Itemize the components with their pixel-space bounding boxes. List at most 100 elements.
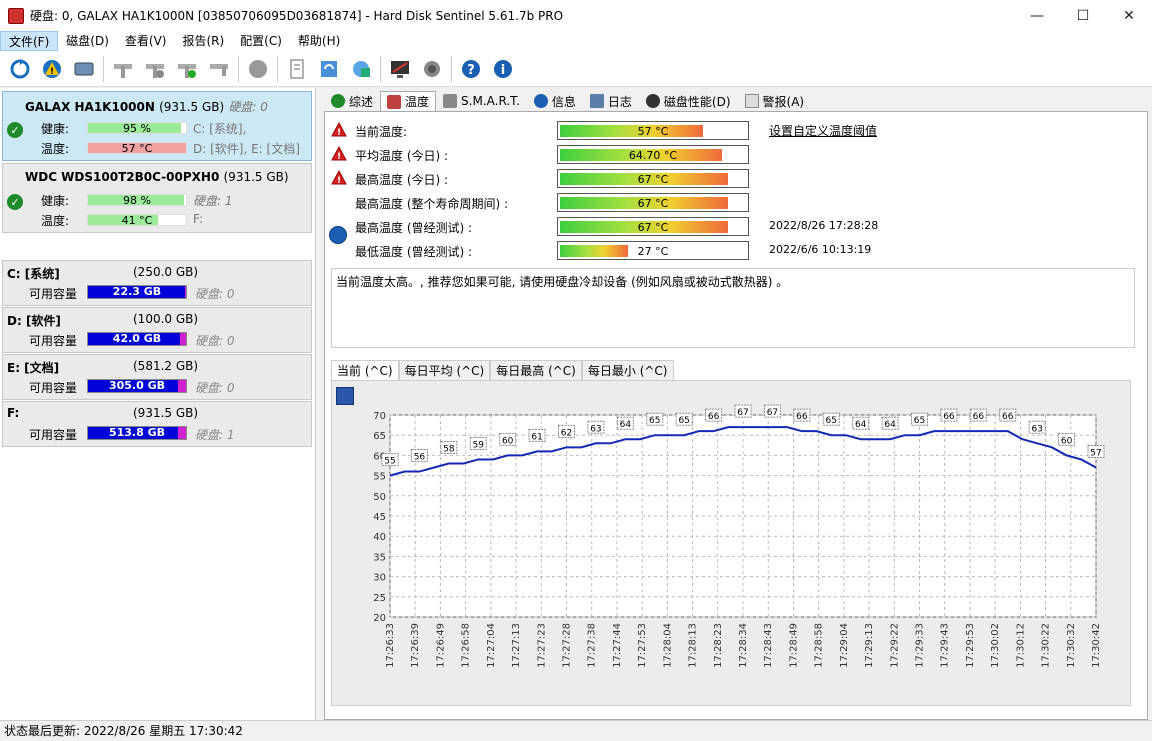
tab-label: 综述 (349, 94, 374, 109)
data-label: 63 (590, 424, 601, 434)
x-tick-label: 17:26:58 (461, 623, 472, 668)
temp-row: 最低温度 (曾经测试) : 27 °C 2022/6/6 10:13:19 (325, 240, 1145, 260)
data-label: 65 (649, 416, 660, 426)
tab-performance[interactable]: 磁盘性能(D) (639, 91, 738, 111)
temp-bar: 27 °C (557, 241, 749, 260)
temp-bar: 57 °C (87, 142, 187, 155)
temp-value: 67 °C (637, 173, 669, 186)
disk-hd-label: 硬盘: 1 (193, 194, 233, 208)
data-label: 64 (620, 420, 632, 430)
tab-label: S.M.A.R.T. (461, 94, 520, 108)
monitor-icon[interactable] (387, 56, 413, 82)
set-threshold-link[interactable]: 设置自定义温度阈值 (769, 122, 877, 139)
alert-refresh-icon[interactable]: ! (39, 56, 65, 82)
temp-row: ! 最高温度 (今日) : 67 °C (325, 168, 1145, 188)
menu-disk[interactable]: 磁盘(D) (58, 31, 117, 51)
temp-label: 最高温度 (今日) : (355, 173, 449, 187)
menu-help[interactable]: 帮助(H) (290, 31, 348, 51)
detail-tabs: 综述 温度 S.M.A.R.T. 信息 日志 磁盘性能(D) 警报(A) (324, 91, 811, 111)
temp-label: 温度: (41, 142, 70, 156)
subtab-current[interactable]: 当前 (^C) (331, 360, 399, 380)
partition-card[interactable]: E: [文档] (581.2 GB) 可用容量 305.0 GB 硬盘: 0 (2, 354, 312, 400)
partition-list: C: [系统], (193, 122, 247, 136)
partition-hd-label: 硬盘: 1 (195, 428, 235, 442)
data-label: 56 (414, 453, 426, 463)
tab-info[interactable]: 信息 (527, 91, 583, 111)
menu-config[interactable]: 配置(C) (232, 31, 290, 51)
tab-overview[interactable]: 综述 (324, 91, 380, 111)
partition-card[interactable]: F: (931.5 GB) 可用容量 513.8 GB 硬盘: 1 (2, 401, 312, 447)
free-bar: 513.8 GB (87, 426, 187, 440)
x-tick-label: 17:27:38 (587, 623, 598, 668)
x-tick-label: 17:27:44 (612, 623, 623, 668)
health-label: 健康: (41, 122, 70, 136)
temp-value: 67 °C (637, 197, 669, 210)
x-tick-label: 17:29:53 (965, 623, 976, 668)
disk-card-0[interactable]: GALAX HA1K1000N (931.5 GB) 硬盘: 0 ✓ 健康: 9… (2, 91, 312, 161)
x-tick-label: 17:27:28 (562, 623, 573, 668)
tab-log[interactable]: 日志 (583, 91, 639, 111)
disk-card-1[interactable]: WDC WDS100T2B0C-00PXH0 (931.5 GB) ✓ 健康: … (2, 163, 312, 233)
network-icon[interactable] (348, 56, 374, 82)
disk-icon[interactable] (71, 56, 97, 82)
pipe-tool-icon[interactable] (206, 56, 232, 82)
sync-icon[interactable] (316, 56, 342, 82)
temp-bar: 67 °C (557, 169, 749, 188)
subtab-daily-min[interactable]: 每日最小 (^C) (581, 360, 674, 380)
report-icon[interactable] (284, 56, 310, 82)
temp-bar: 67 °C (557, 193, 749, 212)
partition-list: D: [软件], E: [文档] (193, 142, 300, 156)
speaker-icon[interactable] (419, 56, 445, 82)
x-tick-label: 17:30:32 (1066, 623, 1077, 668)
temp-bar: 67 °C (557, 217, 749, 236)
disk-hd-label: 硬盘: 0 (228, 100, 268, 114)
partition-hd-label: 硬盘: 0 (195, 287, 235, 301)
data-label: 66 (943, 412, 955, 422)
data-label: 64 (884, 420, 896, 430)
data-label: 66 (796, 412, 808, 422)
pipe-icon[interactable] (110, 56, 136, 82)
free-bar: 305.0 GB (87, 379, 187, 393)
pipe-check-icon[interactable] (174, 56, 200, 82)
x-tick-label: 17:27:13 (511, 623, 522, 668)
temp-label: 最高温度 (整个寿命周期间) : (355, 197, 509, 211)
free-value: 42.0 GB (112, 332, 162, 345)
maximize-button[interactable]: ☐ (1060, 0, 1106, 31)
x-tick-label: 17:28:04 (662, 623, 673, 668)
warning-icon: ! (331, 122, 347, 137)
minimize-button[interactable]: — (1014, 0, 1060, 31)
partition-card[interactable]: C: [系统] (250.0 GB) 可用容量 22.3 GB 硬盘: 0 (2, 260, 312, 306)
partition-card[interactable]: D: [软件] (100.0 GB) 可用容量 42.0 GB 硬盘: 0 (2, 307, 312, 353)
help-icon[interactable]: ? (458, 56, 484, 82)
free-label: 可用容量 (29, 381, 78, 395)
close-button[interactable]: ✕ (1106, 0, 1152, 31)
data-label: 66 (708, 412, 720, 422)
pipe-settings-icon[interactable] (142, 56, 168, 82)
refresh-icon[interactable] (7, 56, 33, 82)
data-label: 66 (973, 412, 985, 422)
subtab-daily-avg[interactable]: 每日平均 (^C) (398, 360, 491, 380)
info-icon (533, 94, 548, 108)
subtab-daily-max[interactable]: 每日最高 (^C) (490, 360, 582, 380)
temp-value: 57 °C (637, 125, 669, 138)
menu-view[interactable]: 查看(V) (117, 31, 175, 51)
disk-size: (931.5 GB) (223, 170, 289, 184)
thermometer-icon (387, 94, 402, 109)
health-label: 健康: (41, 194, 70, 208)
tab-temperature[interactable]: 温度 (380, 91, 437, 111)
tab-alerts[interactable]: 警报(A) (738, 91, 812, 111)
info-icon[interactable]: i (490, 56, 516, 82)
menu-report[interactable]: 报告(R) (174, 31, 232, 51)
data-label: 65 (914, 416, 925, 426)
gauge-icon (645, 94, 660, 108)
menu-file[interactable]: 文件(F) (0, 31, 59, 51)
tab-label: 信息 (551, 94, 576, 109)
partition-name: C: [系统] (7, 267, 60, 281)
data-label: 67 (737, 408, 748, 418)
tab-smart[interactable]: S.M.A.R.T. (436, 91, 527, 111)
app-icon (8, 7, 24, 24)
toolbar-separator (380, 55, 381, 82)
data-label: 62 (561, 428, 572, 438)
check-icon (331, 94, 345, 108)
blob-icon[interactable] (245, 56, 271, 82)
